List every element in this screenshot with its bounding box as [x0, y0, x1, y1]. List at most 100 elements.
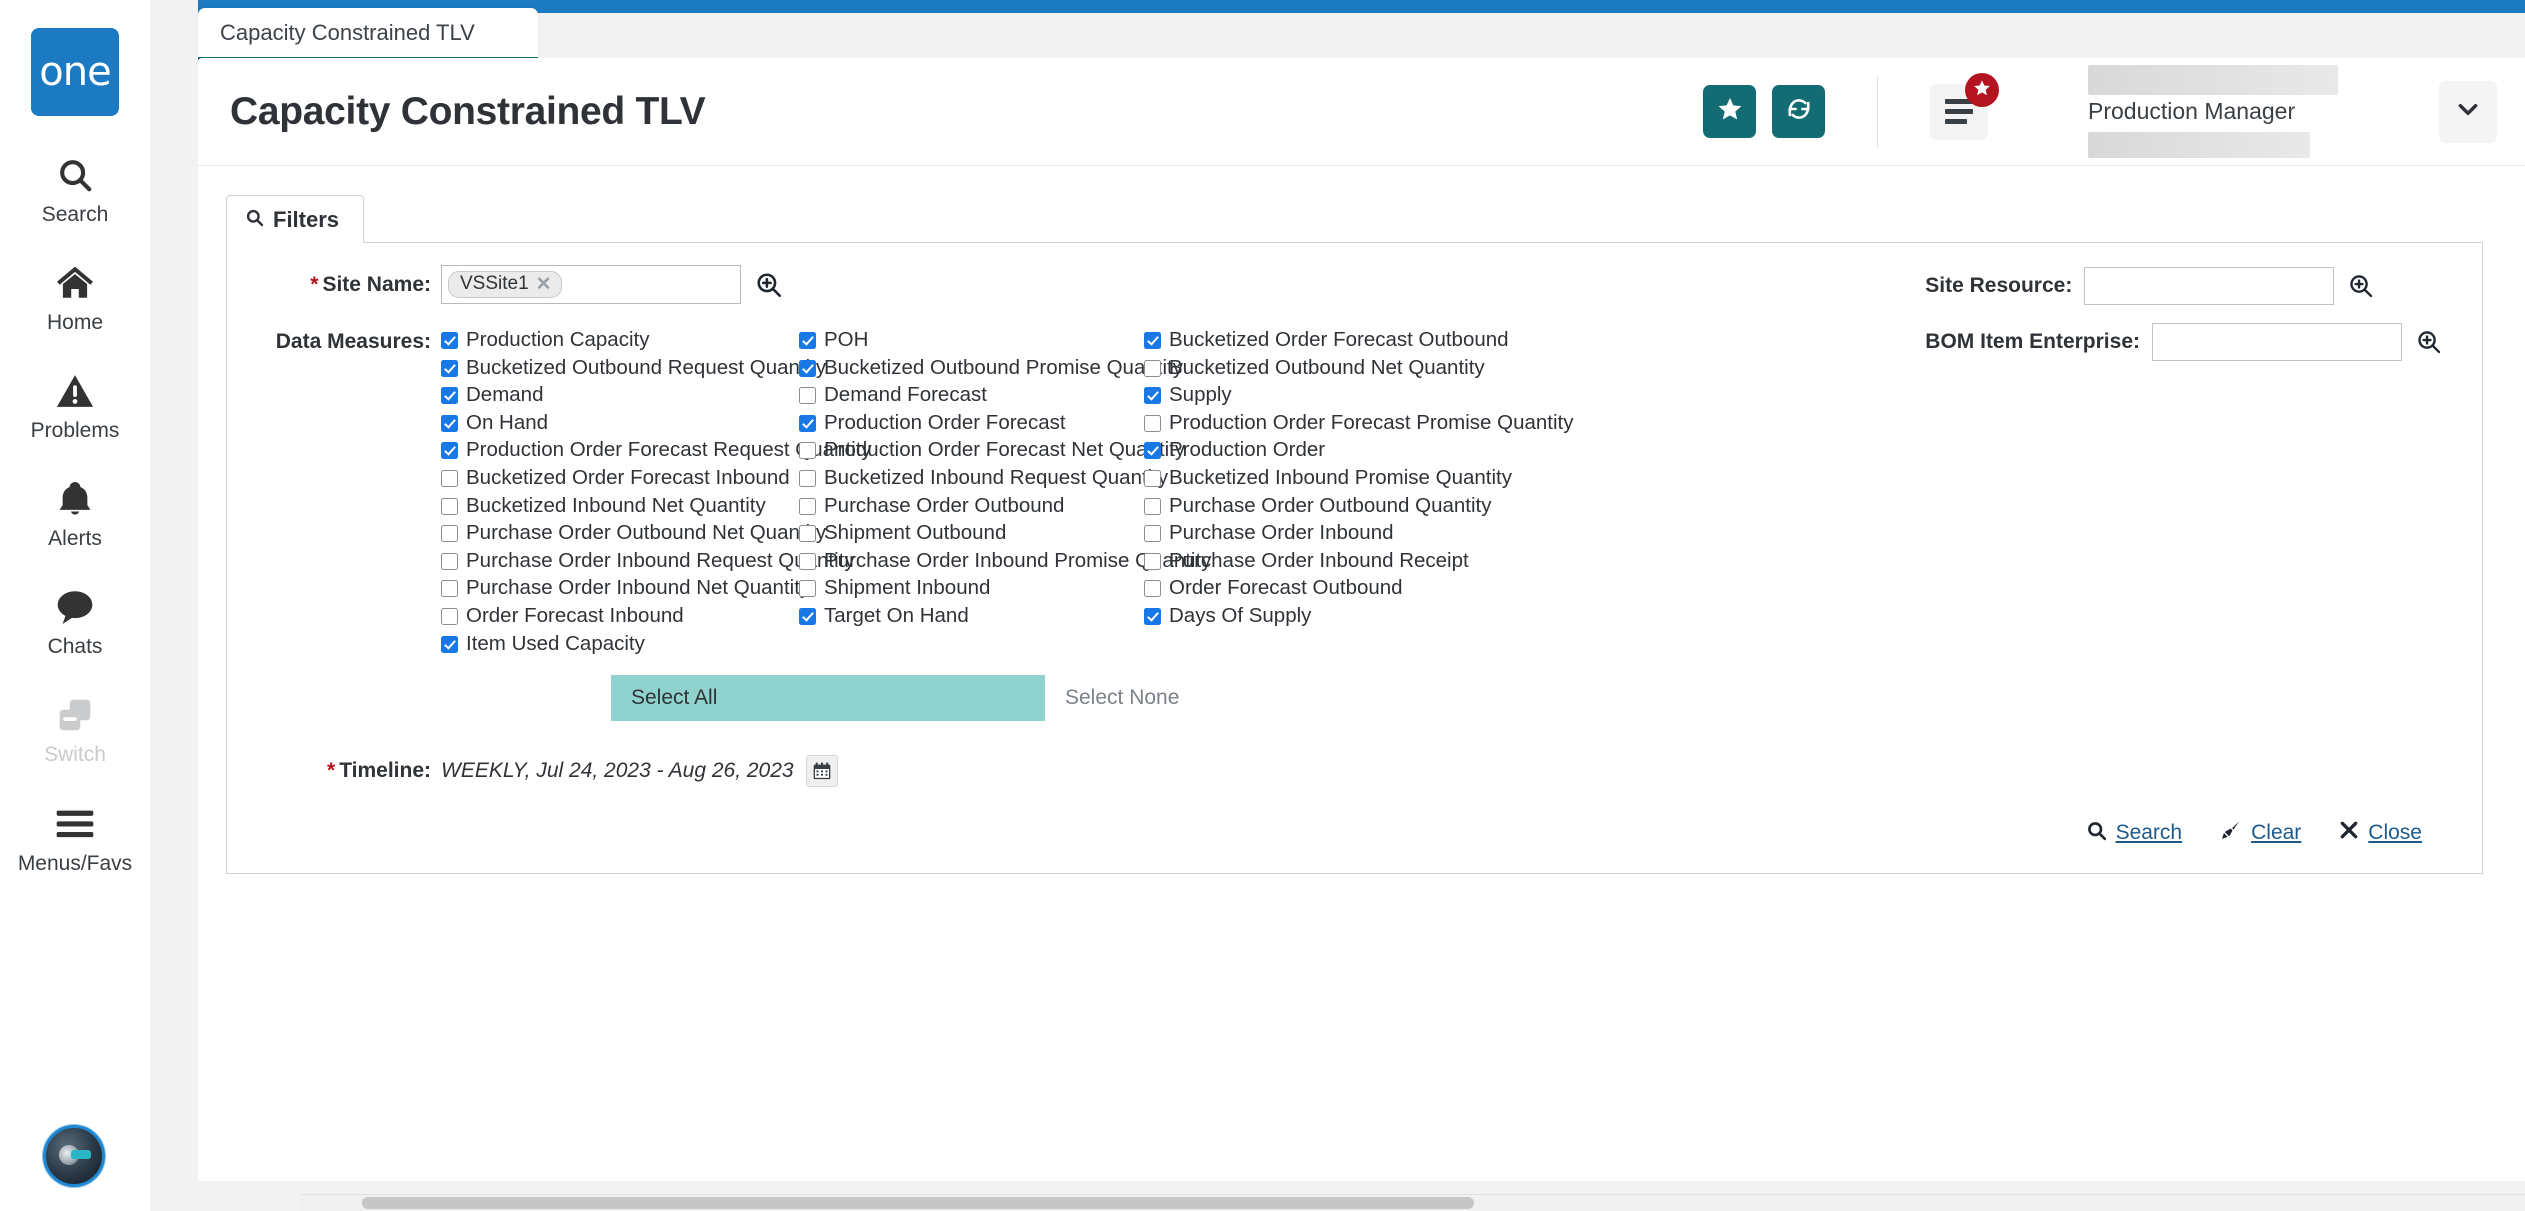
bom-item-enterprise-input[interactable]: [2152, 323, 2402, 361]
data-measure-checkbox[interactable]: [441, 497, 458, 515]
data-measure-checkbox[interactable]: [441, 607, 458, 625]
data-measure-checkbox[interactable]: [799, 497, 816, 515]
data-measure-checkbox[interactable]: [799, 442, 816, 460]
data-measure-checkbox[interactable]: [1144, 359, 1161, 377]
assistant-avatar[interactable]: [43, 1125, 105, 1187]
data-measure-checkbox[interactable]: [799, 387, 816, 405]
data-measure-item[interactable]: Bucketized Outbound Net Quantity: [1144, 356, 1564, 384]
data-measure-checkbox[interactable]: [1144, 607, 1161, 625]
data-measure-checkbox[interactable]: [441, 387, 458, 405]
data-measure-item[interactable]: Production Order Forecast Request Quanti…: [441, 438, 872, 466]
horizontal-scrollbar[interactable]: [300, 1194, 2525, 1211]
data-measure-checkbox[interactable]: [1144, 552, 1161, 570]
bom-item-enterprise-lookup-icon[interactable]: [2416, 329, 2442, 355]
page-tab[interactable]: Capacity Constrained TLV: [198, 8, 538, 60]
data-measure-checkbox[interactable]: [1144, 469, 1161, 487]
search-link[interactable]: Search: [2086, 820, 2182, 847]
data-measure-item[interactable]: Days Of Supply: [1144, 604, 1564, 632]
data-measure-checkbox[interactable]: [1144, 525, 1161, 543]
site-resource-input[interactable]: [2084, 267, 2335, 305]
data-measure-checkbox[interactable]: [441, 332, 458, 349]
data-measure-checkbox[interactable]: [799, 580, 816, 598]
data-measure-item[interactable]: Production Order Forecast Promise Quanti…: [1144, 411, 1573, 439]
data-measure-checkbox[interactable]: [1144, 497, 1161, 515]
site-name-token[interactable]: VSSite1 ✕: [448, 271, 562, 298]
data-measure-checkbox[interactable]: [441, 414, 458, 432]
data-measure-checkbox[interactable]: [441, 442, 458, 460]
data-measure-item[interactable]: Item Used Capacity: [441, 632, 799, 660]
data-measure-item[interactable]: Production Order Forecast: [799, 411, 1144, 439]
data-measure-checkbox[interactable]: [799, 552, 816, 570]
data-measure-item[interactable]: Bucketized Inbound Request Quantity: [799, 466, 1168, 494]
data-measure-item[interactable]: Purchase Order Inbound Net Quantity: [441, 576, 810, 604]
data-measure-checkbox[interactable]: [1144, 414, 1161, 432]
data-measure-item[interactable]: Demand: [441, 383, 799, 411]
data-measure-checkbox[interactable]: [1144, 442, 1161, 460]
data-measure-item[interactable]: Order Forecast Inbound: [441, 604, 799, 632]
timeline-value[interactable]: WEEKLY, Jul 24, 2023 - Aug 26, 2023: [441, 759, 794, 783]
data-measure-checkbox[interactable]: [799, 525, 816, 543]
calendar-icon[interactable]: [805, 755, 838, 788]
sidebar-item-alerts[interactable]: Alerts: [0, 472, 150, 554]
close-icon[interactable]: ✕: [536, 275, 552, 294]
sidebar-item-search[interactable]: Search: [0, 148, 150, 230]
data-measure-item[interactable]: Production Order: [1144, 438, 1564, 466]
site-name-lookup-icon[interactable]: [755, 271, 783, 299]
data-measure-item[interactable]: Purchase Order Outbound Quantity: [1144, 494, 1564, 522]
sidebar-item-problems[interactable]: Problems: [0, 364, 150, 446]
data-measure-item[interactable]: Shipment Inbound: [799, 576, 1144, 604]
data-measure-item[interactable]: Order Forecast Outbound: [1144, 576, 1564, 604]
data-measure-item[interactable]: POH: [799, 328, 1144, 356]
data-measure-checkbox[interactable]: [441, 525, 458, 543]
data-measure-item[interactable]: Supply: [1144, 383, 1564, 411]
data-measure-item[interactable]: Target On Hand: [799, 604, 1144, 632]
data-measure-item[interactable]: Purchase Order Inbound Request Quantity: [441, 549, 855, 577]
data-measure-item[interactable]: Production Order Forecast Net Quantity: [799, 438, 1185, 466]
refresh-button[interactable]: [1772, 85, 1825, 138]
data-measure-item[interactable]: Demand Forecast: [799, 383, 1144, 411]
data-measure-item[interactable]: Shipment Outbound: [799, 521, 1144, 549]
data-measure-checkbox[interactable]: [1144, 387, 1161, 405]
data-measure-checkbox[interactable]: [441, 469, 458, 487]
data-measure-item[interactable]: Purchase Order Outbound Net Quantity: [441, 521, 826, 549]
data-measure-checkbox[interactable]: [799, 414, 816, 432]
data-measure-checkbox[interactable]: [799, 607, 816, 625]
data-measure-item[interactable]: Purchase Order Inbound Promise Quantity: [799, 549, 1211, 577]
data-measure-item[interactable]: Bucketized Order Forecast Inbound: [441, 466, 799, 494]
select-all-button[interactable]: Select All: [611, 675, 1045, 722]
sidebar-item-chats[interactable]: Chats: [0, 580, 150, 662]
brand-logo[interactable]: one: [31, 28, 119, 116]
data-measure-checkbox[interactable]: [441, 359, 458, 377]
data-measure-checkbox[interactable]: [799, 469, 816, 487]
page-menu-button[interactable]: [1930, 72, 1999, 140]
data-measure-item[interactable]: Production Capacity: [441, 328, 799, 356]
data-measure-item[interactable]: Bucketized Outbound Promise Quantity: [799, 356, 1183, 384]
data-measure-checkbox[interactable]: [1144, 332, 1161, 349]
site-resource-lookup-icon[interactable]: [2348, 273, 2374, 299]
data-measure-item[interactable]: Bucketized Order Forecast Outbound: [1144, 328, 1564, 356]
horizontal-scrollbar-thumb[interactable]: [362, 1197, 1474, 1209]
clear-link[interactable]: Clear: [2220, 819, 2301, 847]
data-measure-checkbox[interactable]: [441, 552, 458, 570]
data-measure-item[interactable]: Bucketized Inbound Net Quantity: [441, 494, 799, 522]
data-measure-checkbox[interactable]: [799, 359, 816, 377]
user-block[interactable]: Production Manager: [2088, 65, 2403, 158]
data-measure-item[interactable]: Bucketized Outbound Request Quantity: [441, 356, 826, 384]
favorite-button[interactable]: [1703, 85, 1756, 138]
data-measure-item[interactable]: Bucketized Inbound Promise Quantity: [1144, 466, 1564, 494]
data-measure-checkbox[interactable]: [799, 332, 816, 349]
close-link[interactable]: Close: [2339, 820, 2422, 846]
sidebar-item-menus-favs[interactable]: Menus/Favs: [0, 797, 150, 879]
data-measure-item[interactable]: On Hand: [441, 411, 799, 439]
data-measure-checkbox[interactable]: [441, 635, 458, 653]
data-measure-item[interactable]: Purchase Order Inbound: [1144, 521, 1564, 549]
select-none-button[interactable]: Select None: [1045, 675, 1179, 721]
data-measure-item[interactable]: Purchase Order Inbound Receipt: [1144, 549, 1564, 577]
user-menu-button[interactable]: [2439, 80, 2497, 143]
sidebar-item-home[interactable]: Home: [0, 256, 150, 338]
site-name-input[interactable]: VSSite1 ✕: [441, 265, 741, 304]
data-measure-checkbox[interactable]: [441, 580, 458, 598]
data-measure-checkbox[interactable]: [1144, 580, 1161, 598]
tab-filters[interactable]: Filters: [226, 195, 365, 243]
data-measure-item[interactable]: Purchase Order Outbound: [799, 494, 1144, 522]
